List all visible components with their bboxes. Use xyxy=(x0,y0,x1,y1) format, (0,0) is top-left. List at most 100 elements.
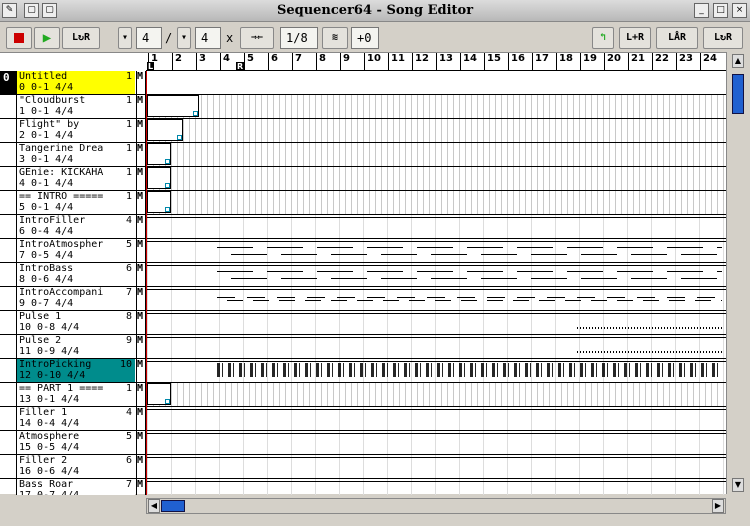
track-row[interactable]: 4 IntroFiller 6 0-4 4/4 M xyxy=(0,215,726,239)
track-name-cell[interactable]: 5 Atmosphere 15 0-5 4/4 xyxy=(16,431,135,454)
transpose-field[interactable]: +0 xyxy=(351,27,379,49)
mute-toggle[interactable]: M xyxy=(136,383,146,406)
right-marker[interactable]: R xyxy=(236,62,245,71)
vertical-scrollbar[interactable]: ▲ ▼ xyxy=(726,52,750,494)
pattern-block[interactable] xyxy=(147,95,199,117)
mute-toggle[interactable]: M xyxy=(136,95,146,118)
left-marker[interactable]: L xyxy=(147,62,155,71)
pattern-block[interactable] xyxy=(147,383,171,405)
track-row[interactable]: 1 "Cloudburst 1 0-1 4/4 M xyxy=(0,95,726,119)
track-name-cell[interactable]: 1 Flight" by 2 0-1 4/4 xyxy=(16,119,135,142)
beats-per-bar-field[interactable]: 4 xyxy=(136,27,162,49)
collapse-button[interactable]: L+R xyxy=(619,27,651,49)
minimize-icon[interactable]: _ xyxy=(694,3,709,18)
track-row[interactable]: 4 Filler 1 14 0-4 4/4 M xyxy=(0,407,726,431)
track-lane[interactable] xyxy=(147,71,726,94)
close-icon[interactable]: × xyxy=(732,3,747,18)
track-name-cell[interactable]: 5 IntroAtmospher 7 0-5 4/4 xyxy=(16,239,135,262)
track-row[interactable]: 5 IntroAtmospher 7 0-5 4/4 M xyxy=(0,239,726,263)
loop-button[interactable]: L↻R xyxy=(62,27,100,49)
track-name-cell[interactable]: 6 IntroBass 8 0-6 4/4 xyxy=(16,263,135,286)
width-down-button[interactable]: ▾ xyxy=(177,27,191,49)
track-lane[interactable] xyxy=(147,263,726,286)
snap-button[interactable]: ⇒⇐ xyxy=(240,27,274,49)
track-lane[interactable] xyxy=(147,311,726,334)
horizontal-scrollbar[interactable]: ◀ ▶ xyxy=(146,498,726,514)
stop-button[interactable] xyxy=(6,27,32,49)
undo-button[interactable]: ↰ xyxy=(592,27,614,49)
mute-toggle[interactable]: M xyxy=(136,119,146,142)
resize-handle[interactable] xyxy=(165,207,170,212)
track-row[interactable]: 10 IntroPicking 12 0-10 4/4 M xyxy=(0,359,726,383)
measure-ruler[interactable]: 1 2 3 4 5 6 7 8 9 10 11 12 13 14 15 16 17 18 19 20 21 22 23 24 L… xyxy=(146,53,726,71)
mute-toggle[interactable]: M xyxy=(136,311,146,334)
track-name-cell[interactable]: 1 == INTRO ===== 5 0-1 4/4 xyxy=(16,191,135,214)
beat-width-field[interactable]: 4 xyxy=(195,27,221,49)
track-lane[interactable] xyxy=(147,455,726,478)
mute-toggle[interactable]: M xyxy=(136,263,146,286)
track-row[interactable]: 0 1 Untitled 0 0-1 4/4 M xyxy=(0,71,726,95)
scroll-left-icon[interactable]: ◀ xyxy=(148,499,160,513)
track-row[interactable]: 7 IntroAccompani 9 0-7 4/4 M xyxy=(0,287,726,311)
track-name-cell[interactable]: 4 IntroFiller 6 0-4 4/4 xyxy=(16,215,135,238)
resize-handle[interactable] xyxy=(165,159,170,164)
track-lane[interactable] xyxy=(147,167,726,190)
resize-handle[interactable] xyxy=(165,399,170,404)
beats-down-button[interactable]: ▾ xyxy=(118,27,132,49)
expand-button[interactable]: LÅR xyxy=(656,27,698,49)
track-name-cell[interactable]: 1 Tangerine Drea 3 0-1 4/4 xyxy=(16,143,135,166)
track-name-cell[interactable]: 1 Untitled 0 0-1 4/4 xyxy=(16,71,135,94)
track-row[interactable]: 6 Filler 2 16 0-6 4/4 M xyxy=(0,455,726,479)
mute-toggle[interactable]: M xyxy=(136,71,146,94)
track-row[interactable]: 5 Atmosphere 15 0-5 4/4 M xyxy=(0,431,726,455)
mute-toggle[interactable]: M xyxy=(136,239,146,262)
mute-toggle[interactable]: M xyxy=(136,143,146,166)
track-row[interactable]: 9 Pulse 2 11 0-9 4/4 M xyxy=(0,335,726,359)
track-lane[interactable] xyxy=(147,287,726,310)
play-button[interactable]: ▶ xyxy=(34,27,60,49)
mute-toggle[interactable]: M xyxy=(136,335,146,358)
scroll-up-icon[interactable]: ▲ xyxy=(732,54,744,68)
track-lane[interactable] xyxy=(147,479,726,495)
track-lane[interactable] xyxy=(147,359,726,382)
mute-toggle[interactable]: M xyxy=(136,191,146,214)
scroll-down-icon[interactable]: ▼ xyxy=(732,478,744,492)
track-lane[interactable] xyxy=(147,431,726,454)
resize-handle[interactable] xyxy=(165,183,170,188)
track-name-cell[interactable]: 1 == PART 1 ==== 13 0-1 4/4 xyxy=(16,383,135,406)
track-row[interactable]: 1 Tangerine Drea 3 0-1 4/4 M xyxy=(0,143,726,167)
pattern-block[interactable] xyxy=(147,119,183,141)
pattern-block[interactable] xyxy=(147,143,171,165)
track-name-cell[interactable]: 9 Pulse 2 11 0-9 4/4 xyxy=(16,335,135,358)
track-name-cell[interactable]: 10 IntroPicking 12 0-10 4/4 xyxy=(16,359,135,382)
snap-field[interactable]: 1/8 xyxy=(280,27,318,49)
track-lane[interactable] xyxy=(147,119,726,142)
mute-toggle[interactable]: M xyxy=(136,167,146,190)
track-lane[interactable] xyxy=(147,143,726,166)
track-lane[interactable] xyxy=(147,239,726,262)
track-row[interactable]: 1 == PART 1 ==== 13 0-1 4/4 M xyxy=(0,383,726,407)
track-lane[interactable] xyxy=(147,215,726,238)
track-lane[interactable] xyxy=(147,383,726,406)
track-row[interactable]: 1 GEnie: KICKAHA 4 0-1 4/4 M xyxy=(0,167,726,191)
scroll-right-icon[interactable]: ▶ xyxy=(712,499,724,513)
playhead[interactable] xyxy=(146,71,147,495)
mute-toggle[interactable]: M xyxy=(136,215,146,238)
mute-toggle[interactable]: M xyxy=(136,287,146,310)
vertical-scroll-thumb[interactable] xyxy=(732,74,744,114)
expand-copy-button[interactable]: L↻R xyxy=(703,27,743,49)
mute-toggle[interactable]: M xyxy=(136,359,146,382)
track-row[interactable]: 7 Bass Roar17 0-7 4/4M xyxy=(0,479,726,495)
transpose-button[interactable]: ≋ xyxy=(322,27,348,49)
pattern-block[interactable] xyxy=(147,167,171,189)
resize-handle[interactable] xyxy=(177,135,182,140)
track-name-cell[interactable]: 7 Bass Roar17 0-7 4/4 xyxy=(16,479,135,495)
track-name-cell[interactable]: 1 GEnie: KICKAHA 4 0-1 4/4 xyxy=(16,167,135,190)
track-lane[interactable] xyxy=(147,191,726,214)
track-row[interactable]: 6 IntroBass 8 0-6 4/4 M xyxy=(0,263,726,287)
maximize-icon[interactable]: □ xyxy=(713,3,728,18)
track-lane[interactable] xyxy=(147,335,726,358)
track-name-cell[interactable]: 8 Pulse 1 10 0-8 4/4 xyxy=(16,311,135,334)
horizontal-scroll-thumb[interactable] xyxy=(161,500,185,512)
track-lane[interactable] xyxy=(147,407,726,430)
